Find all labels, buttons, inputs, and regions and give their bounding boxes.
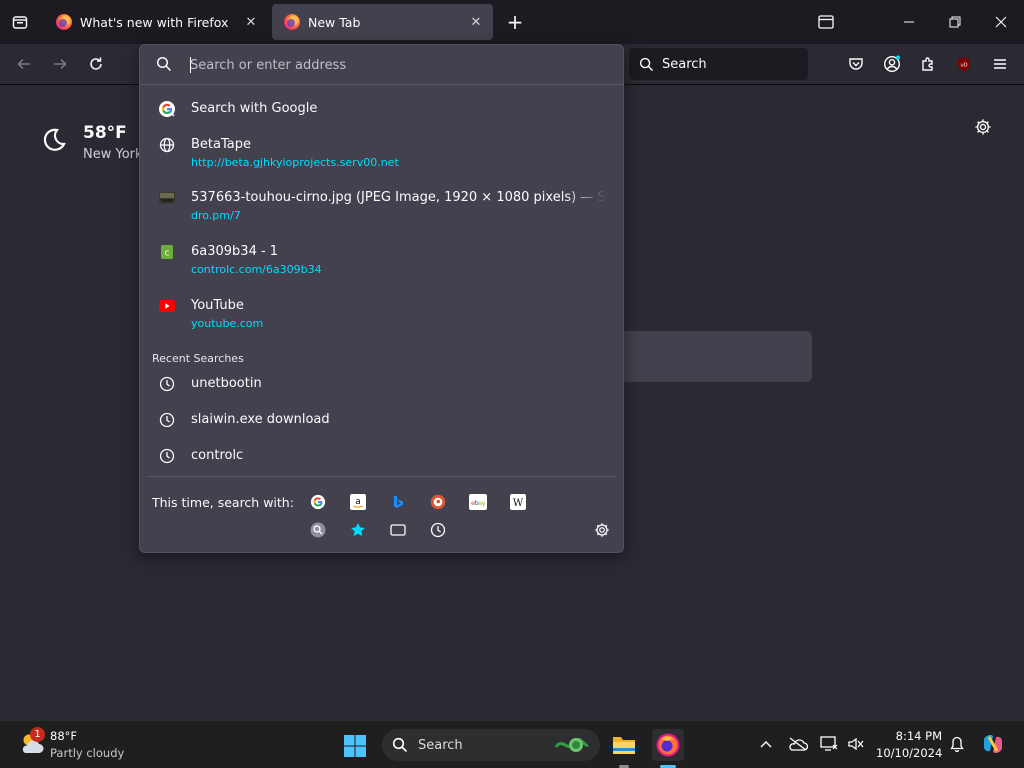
bing-engine-icon[interactable] (388, 492, 408, 512)
svg-text:y: y (482, 499, 486, 507)
recent-searches-heading: Recent Searches (152, 352, 244, 365)
suggestion-url: http://beta.gjhkyioprojects.serv00.net (191, 156, 399, 169)
suggestion-title: BetaTape (191, 137, 251, 152)
tab-new-tab[interactable]: New Tab ✕ (272, 4, 493, 40)
divider (148, 476, 616, 477)
controlc-icon: c (157, 242, 177, 262)
suggestion-title: 537663-touhou-cirno.jpg (JPEG Image, 192… (191, 190, 606, 205)
text-caret (190, 57, 191, 73)
menu-hamburger-icon[interactable] (986, 50, 1014, 78)
ebay-engine-icon[interactable]: ebay (468, 492, 488, 512)
google-icon (157, 99, 177, 119)
tabs-icon[interactable] (388, 520, 408, 540)
reload-icon[interactable] (82, 50, 110, 78)
clock-icon (157, 374, 177, 394)
forward-arrow-icon[interactable] (46, 50, 74, 78)
address-bar[interactable] (140, 45, 623, 85)
bookmarks-star-icon[interactable] (348, 520, 368, 540)
svg-text:a: a (355, 497, 361, 507)
tab-strip: What's new with Firefox ✕ New Tab ✕ + (0, 0, 1024, 44)
suggestion-title: 6a309b34 - 1 (191, 244, 279, 259)
taskbar-weather-temp: 88°F (50, 729, 77, 743)
firefox-favicon-icon (284, 14, 300, 30)
pocket-icon[interactable] (842, 50, 870, 78)
network-icon[interactable] (818, 733, 840, 755)
wikipedia-engine-icon[interactable]: W (508, 492, 528, 512)
file-explorer-icon[interactable] (608, 729, 640, 761)
show-hidden-icons-chevron-icon[interactable] (755, 733, 777, 755)
onedrive-icon[interactable] (787, 733, 809, 755)
amazon-engine-icon[interactable]: a (348, 492, 368, 512)
volume-muted-icon[interactable] (845, 733, 867, 755)
firefox-taskbar-icon[interactable] (652, 729, 684, 761)
google-engine-icon[interactable] (308, 492, 328, 512)
tab-whats-new[interactable]: What's new with Firefox ✕ (44, 4, 268, 40)
ublock-origin-icon[interactable]: uO (950, 50, 978, 78)
youtube-icon (157, 296, 177, 316)
svg-text:W: W (513, 498, 524, 509)
taskbar-search[interactable]: Search (382, 729, 600, 761)
search-highlight-icon (554, 737, 589, 752)
search-icon (156, 56, 172, 72)
suggestion-title: YouTube (191, 298, 244, 313)
suggestion-url: youtube.com (191, 317, 264, 330)
weather-city: New York (83, 147, 143, 162)
duckduckgo-engine-icon[interactable] (428, 492, 448, 512)
address-input[interactable] (190, 54, 610, 76)
firefox-favicon-icon (56, 14, 72, 30)
recent-search-text: slaiwin.exe download (191, 412, 330, 427)
globe-icon (157, 135, 177, 155)
list-all-tabs-icon[interactable] (812, 8, 840, 36)
close-window-icon[interactable] (987, 8, 1015, 36)
suggestion-url: controlc.com/6a309b34 (191, 263, 322, 276)
windows-start-icon[interactable] (343, 734, 367, 758)
moon-icon (43, 128, 66, 151)
firefox-view-icon[interactable] (6, 8, 34, 36)
svg-text:uO: uO (960, 63, 967, 69)
weather-temperature: 58°F (83, 123, 127, 143)
search-bar-placeholder: Search (662, 56, 707, 72)
taskbar-clock-date[interactable]: 10/10/2024 (876, 746, 942, 760)
image-thumbnail-icon (157, 188, 177, 208)
tab-title: What's new with Firefox (80, 14, 229, 30)
suggestion-title: Search with Google (191, 101, 318, 116)
copilot-icon[interactable] (980, 733, 1006, 755)
search-icon (392, 737, 408, 753)
extensions-icon[interactable] (914, 50, 942, 78)
taskbar-weather-condition: Partly cloudy (50, 746, 125, 760)
search-settings-gear-icon[interactable] (592, 520, 612, 540)
add-engine-icon[interactable] (308, 520, 328, 540)
clock-icon (157, 410, 177, 430)
back-arrow-icon[interactable] (10, 50, 38, 78)
notification-badge: 1 (30, 727, 45, 742)
suggestion-url: dro.pm/7 (191, 209, 241, 222)
search-icon (639, 57, 654, 71)
svg-text:c: c (165, 249, 170, 259)
history-clock-icon[interactable] (428, 520, 448, 540)
minimize-icon[interactable] (895, 8, 923, 36)
taskbar-clock-time[interactable]: 8:14 PM (882, 729, 942, 743)
address-bar-popup: Search with Google BetaTape http://beta.… (139, 44, 624, 553)
restore-icon[interactable] (941, 8, 969, 36)
tab-close-icon[interactable]: ✕ (464, 10, 488, 34)
oneoff-search-label: This time, search with: (152, 495, 294, 510)
windows-taskbar: 1 88°F Partly cloudy Search 8:14 PM 10/1… (0, 720, 1024, 768)
clock-icon (157, 446, 177, 466)
new-tab-button[interactable]: + (503, 9, 527, 35)
account-icon[interactable] (878, 50, 906, 78)
search-bar[interactable]: Search (629, 48, 808, 80)
tab-title: New Tab (308, 14, 361, 30)
gear-icon[interactable] (970, 114, 996, 140)
notification-bell-icon[interactable] (946, 733, 968, 755)
recent-search-text: controlc (191, 448, 244, 463)
recent-search-text: unetbootin (191, 376, 262, 391)
tab-close-icon[interactable]: ✕ (239, 10, 263, 34)
taskbar-search-label: Search (418, 737, 463, 753)
newtab-search-box[interactable] (600, 331, 812, 382)
